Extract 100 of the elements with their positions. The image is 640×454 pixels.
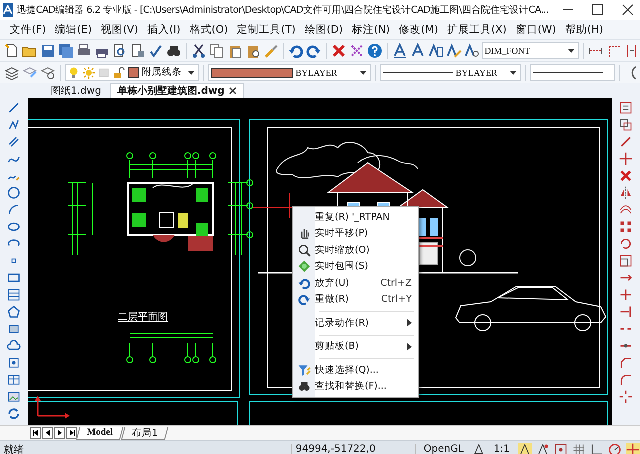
- tab-next-icon: [56, 430, 62, 436]
- tab-prev-icon: [44, 430, 50, 436]
- context-menu-item[interactable]: 放弃(U) Ctrl+Z: [293, 275, 418, 292]
- chamfer-icon[interactable]: [619, 355, 633, 371]
- lineweight-dropdown[interactable]: [530, 64, 616, 81]
- polygon-icon[interactable]: [7, 304, 21, 320]
- ortho-icon[interactable]: [590, 442, 604, 454]
- font-dropdown[interactable]: DIM_FONT: [482, 42, 580, 59]
- layer-search-icon[interactable]: [40, 64, 56, 80]
- tab-nav-button[interactable]: [42, 427, 53, 439]
- object-snap-icon[interactable]: [626, 442, 640, 454]
- sync-icon[interactable]: [7, 406, 21, 422]
- match-icon[interactable]: [619, 134, 633, 150]
- new-file-icon[interactable]: [4, 42, 20, 58]
- layout-tab[interactable]: Model: [76, 426, 124, 440]
- multiline-text-icon[interactable]: [428, 42, 444, 58]
- help-icon[interactable]: [366, 42, 383, 58]
- context-menu-item[interactable]: 剪贴板(B): [293, 338, 418, 355]
- context-menu-item[interactable]: 实时平移(P): [293, 226, 418, 242]
- fillet-icon[interactable]: [619, 372, 633, 388]
- properties-icon[interactable]: [619, 100, 633, 116]
- cut-icon[interactable]: [190, 42, 207, 58]
- mirror-icon[interactable]: [619, 185, 633, 201]
- lock-icon[interactable]: [112, 66, 125, 78]
- menu-item[interactable]: 帮助(H): [561, 22, 608, 38]
- auto-scale-icon[interactable]: [536, 442, 550, 454]
- explode-icon[interactable]: [619, 389, 633, 405]
- snap-icon[interactable]: [554, 442, 568, 454]
- rotate-icon[interactable]: [619, 236, 633, 252]
- menu-item[interactable]: 编辑(E): [51, 22, 96, 38]
- tab-nav-button[interactable]: [54, 427, 65, 439]
- document-tab[interactable]: 单栋小别墅建筑图.dwg: [110, 83, 244, 98]
- tab-nav-button[interactable]: [30, 427, 41, 439]
- copy-object-icon[interactable]: [619, 117, 633, 133]
- layer-color-swatch: [128, 67, 139, 78]
- menu-item[interactable]: 扩展工具(X): [443, 22, 511, 38]
- filter-icon: [298, 364, 310, 377]
- context-menu-item[interactable]: 实时包围(S): [293, 258, 418, 275]
- menu-item[interactable]: 定制工具(T): [233, 22, 300, 38]
- trim-icon[interactable]: [619, 287, 633, 303]
- context-menu-item[interactable]: 实时缩放(O): [293, 242, 418, 258]
- grid-icon[interactable]: [572, 442, 586, 454]
- lightbulb-icon[interactable]: [68, 66, 80, 78]
- color-dropdown[interactable]: BYLAYER: [208, 64, 371, 81]
- move-icon[interactable]: [619, 151, 633, 167]
- circle-icon[interactable]: [7, 185, 21, 201]
- hatch-icon[interactable]: [7, 287, 21, 303]
- context-menu-item[interactable]: 快速选择(Q)...: [293, 362, 418, 378]
- context-menu-item[interactable]: 记录动作(R): [293, 315, 418, 332]
- context-menu-item[interactable]: 重复(R) '_RTPAN: [293, 209, 418, 226]
- text-edit-icon[interactable]: [446, 42, 462, 58]
- app-logo-icon: [3, 3, 13, 17]
- layer-dropdown[interactable]: 附属线条: [64, 64, 199, 81]
- annotation-scale-icon[interactable]: [472, 442, 486, 454]
- tab-last-icon: [68, 430, 74, 436]
- layers-icon[interactable]: [4, 64, 20, 80]
- linetype-dropdown[interactable]: BYLAYER: [380, 64, 522, 81]
- redo-icon[interactable]: [306, 42, 322, 58]
- dropdown-arrow-icon[interactable]: [186, 70, 196, 74]
- menu-item[interactable]: 格式(O): [186, 22, 232, 38]
- save-all-icon[interactable]: [58, 42, 74, 58]
- table-icon[interactable]: [7, 372, 21, 388]
- orbit-icon: [298, 260, 310, 274]
- dropdown-arrow-icon[interactable]: [567, 48, 576, 52]
- tab-nav-button[interactable]: [66, 427, 77, 439]
- annotation-visibility-icon[interactable]: [518, 442, 532, 454]
- insert-image-icon[interactable]: [7, 389, 21, 405]
- delete-icon[interactable]: [330, 42, 347, 58]
- spell-check-icon[interactable]: [148, 42, 164, 58]
- document-tab[interactable]: 图纸1.dwg: [44, 83, 108, 98]
- menu-item[interactable]: 文件(F): [6, 22, 50, 38]
- undo-icon: [298, 276, 310, 290]
- block-icon[interactable]: [7, 355, 21, 371]
- menu-item[interactable]: 修改(M): [395, 22, 442, 38]
- menu-item[interactable]: 插入(I): [143, 22, 185, 38]
- context-menu-item[interactable]: 查找和替换(F)...: [293, 378, 418, 395]
- status-message: 就绪: [4, 444, 25, 454]
- close-tab-icon[interactable]: [228, 87, 237, 95]
- save-icon[interactable]: [40, 42, 56, 58]
- polar-tracking-icon[interactable]: [608, 442, 622, 454]
- dropdown-arrow-icon[interactable]: [358, 70, 368, 74]
- context-menu-item[interactable]: 重做(R) Ctrl+Y: [293, 292, 418, 308]
- extend-icon[interactable]: [619, 304, 633, 320]
- window-title: 迅捷CAD编辑器 6.2 专业版 - [C:\Users\Administrator\Desktop\CAD文件可用\四合院住宅设计CAD施工图\四合院住宅设计CA...: [17, 4, 549, 16]
- menu-item[interactable]: 绘图(D): [300, 22, 348, 38]
- page-setup-icon[interactable]: [130, 42, 146, 58]
- scale-icon[interactable]: [619, 253, 633, 269]
- copy-icon[interactable]: [208, 42, 225, 58]
- dropdown-arrow-icon[interactable]: [509, 70, 518, 74]
- brush-icon[interactable]: [262, 42, 279, 58]
- text-find-icon[interactable]: [464, 42, 480, 58]
- undo-icon[interactable]: [288, 42, 304, 58]
- erase-object-icon[interactable]: [619, 168, 633, 184]
- menu-item[interactable]: 窗口(W): [512, 22, 560, 38]
- menu-item[interactable]: 视图(V): [97, 22, 142, 38]
- menu-item[interactable]: 标注(N): [348, 22, 394, 38]
- erase-icon[interactable]: [348, 42, 365, 58]
- array-icon[interactable]: [619, 219, 633, 235]
- text-style-icon[interactable]: [392, 42, 408, 58]
- text-icon[interactable]: [410, 42, 426, 58]
